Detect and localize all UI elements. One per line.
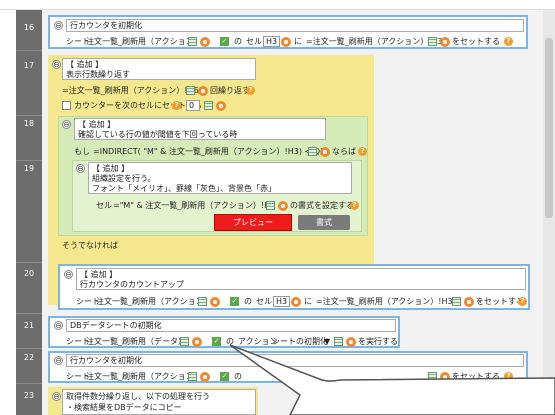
callout-overlay xyxy=(229,344,555,415)
speech-bubble xyxy=(229,344,555,415)
